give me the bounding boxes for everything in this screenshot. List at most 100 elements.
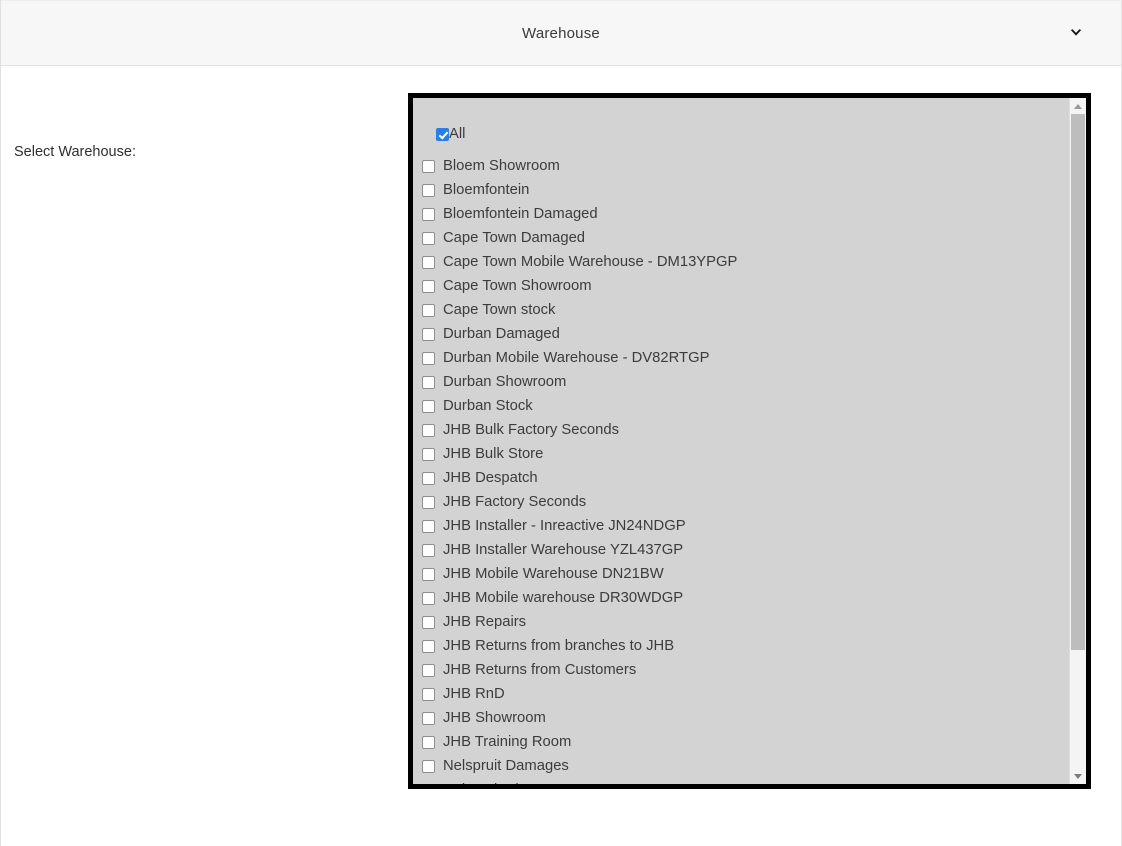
option-row[interactable]: JHB Mobile warehouse DR30WDGP <box>413 586 1069 610</box>
listbox-scrollbar[interactable] <box>1069 98 1086 784</box>
option-label: JHB Bulk Store <box>443 446 544 462</box>
option-label: JHB Bulk Factory Seconds <box>443 422 619 438</box>
option-label: Cape Town Damaged <box>443 230 586 246</box>
option-label: JHB Mobile warehouse DR30WDGP <box>443 590 684 606</box>
option-label: Durban Mobile Warehouse - DV82RTGP <box>443 350 710 366</box>
option-row[interactable]: Nelspruit Damages <box>413 754 1069 778</box>
option-label: Bloem Showroom <box>443 158 560 174</box>
option-checkbox[interactable] <box>422 447 435 461</box>
option-label: Cape Town stock <box>443 302 556 318</box>
scroll-up-arrow-icon[interactable] <box>1070 98 1086 114</box>
warehouse-panel: Warehouse Select Warehouse: All Bloem Sh… <box>0 0 1122 846</box>
chevron-down-icon[interactable] <box>1065 22 1087 44</box>
option-row[interactable]: JHB Returns from Customers <box>413 658 1069 682</box>
option-row[interactable]: Durban Damaged <box>413 322 1069 346</box>
option-checkbox[interactable] <box>422 375 435 389</box>
option-label: Cape Town Showroom <box>443 278 592 294</box>
option-checkbox[interactable] <box>422 207 435 221</box>
option-row[interactable]: JHB Repairs <box>413 610 1069 634</box>
option-checkbox[interactable] <box>422 519 435 533</box>
option-label: JHB Training Room <box>443 734 572 750</box>
option-checkbox[interactable] <box>422 711 435 725</box>
option-row[interactable]: JHB RnD <box>413 682 1069 706</box>
option-checkbox[interactable] <box>422 495 435 509</box>
option-label: Durban Damaged <box>443 326 560 342</box>
option-label: JHB Repairs <box>443 614 527 630</box>
option-label: Nelspruit Showroom <box>443 778 576 784</box>
listbox-options-container: All Bloem Showroom Bloemfontein Bloemfonte… <box>413 98 1069 784</box>
option-label: JHB Factory Seconds <box>443 494 587 510</box>
option-row[interactable]: JHB Bulk Factory Seconds <box>413 418 1069 442</box>
option-label: Durban Stock <box>443 398 533 414</box>
warehouse-multiselect-listbox[interactable]: All Bloem Showroom Bloemfontein Bloemfonte… <box>408 93 1091 789</box>
option-row[interactable]: Cape Town Damaged <box>413 226 1069 250</box>
option-checkbox[interactable] <box>422 639 435 653</box>
page-title: Warehouse <box>522 24 600 42</box>
scroll-down-arrow-icon[interactable] <box>1070 768 1086 784</box>
option-label: JHB Installer - Inreactive JN24NDGP <box>443 518 686 534</box>
option-checkbox[interactable] <box>422 327 435 341</box>
panel-header[interactable]: Warehouse <box>1 0 1121 66</box>
option-checkbox[interactable] <box>422 183 435 197</box>
option-row[interactable]: JHB Despatch <box>413 466 1069 490</box>
option-label: JHB RnD <box>443 686 505 702</box>
option-checkbox[interactable] <box>422 735 435 749</box>
scrollbar-thumb[interactable] <box>1071 114 1085 651</box>
option-checkbox[interactable] <box>422 423 435 437</box>
option-checkbox[interactable] <box>422 231 435 245</box>
option-label: Nelspruit Damages <box>443 758 569 774</box>
option-checkbox[interactable] <box>422 567 435 581</box>
option-checkbox[interactable] <box>422 279 435 293</box>
option-row[interactable]: JHB Bulk Store <box>413 442 1069 466</box>
option-row[interactable]: Bloem Showroom <box>413 154 1069 178</box>
option-row[interactable]: Cape Town Mobile Warehouse - DM13YPGP <box>413 250 1069 274</box>
option-row[interactable]: JHB Factory Seconds <box>413 490 1069 514</box>
scroll-up-arrow-glyph <box>1074 103 1082 109</box>
option-checkbox[interactable] <box>422 399 435 413</box>
checkbox-all[interactable] <box>436 127 449 141</box>
option-row[interactable]: Nelspruit Showroom <box>413 778 1069 784</box>
option-checkbox[interactable] <box>422 615 435 629</box>
option-checkbox[interactable] <box>422 591 435 605</box>
option-checkbox[interactable] <box>422 159 435 173</box>
option-row[interactable]: Cape Town Showroom <box>413 274 1069 298</box>
option-label: Bloemfontein Damaged <box>443 206 598 222</box>
option-checkbox[interactable] <box>422 663 435 677</box>
option-label: JHB Returns from branches to JHB <box>443 638 675 654</box>
select-warehouse-label: Select Warehouse: <box>14 144 136 160</box>
option-checkbox[interactable] <box>422 543 435 557</box>
scrollbar-track[interactable] <box>1070 114 1086 768</box>
option-checkbox[interactable] <box>422 351 435 365</box>
warehouse-options-list: Bloem Showroom Bloemfontein Bloemfontein D… <box>413 154 1069 784</box>
scroll-down-arrow-glyph <box>1074 773 1082 779</box>
option-row[interactable]: Bloemfontein <box>413 178 1069 202</box>
option-row[interactable]: Durban Stock <box>413 394 1069 418</box>
option-label: JHB Mobile Warehouse DN21BW <box>443 566 664 582</box>
option-row[interactable]: Durban Mobile Warehouse - DV82RTGP <box>413 346 1069 370</box>
option-label: JHB Showroom <box>443 710 546 726</box>
panel-body: Select Warehouse: All Bloem Showroom Bloe… <box>1 66 1121 846</box>
option-row[interactable]: JHB Training Room <box>413 730 1069 754</box>
option-row[interactable]: JHB Showroom <box>413 706 1069 730</box>
option-checkbox[interactable] <box>422 759 435 773</box>
option-label: JHB Installer Warehouse YZL437GP <box>443 542 684 558</box>
option-checkbox[interactable] <box>422 687 435 701</box>
option-row[interactable]: Cape Town stock <box>413 298 1069 322</box>
option-label-all: All <box>449 126 466 142</box>
option-row[interactable]: JHB Returns from branches to JHB <box>413 634 1069 658</box>
option-row[interactable]: JHB Installer - Inreactive JN24NDGP <box>413 514 1069 538</box>
option-label: Durban Showroom <box>443 374 567 390</box>
option-checkbox[interactable] <box>422 471 435 485</box>
option-row[interactable]: JHB Installer Warehouse YZL437GP <box>413 538 1069 562</box>
option-row[interactable]: Durban Showroom <box>413 370 1069 394</box>
option-label: Bloemfontein <box>443 182 530 198</box>
option-checkbox[interactable] <box>422 303 435 317</box>
option-checkbox[interactable] <box>422 255 435 269</box>
option-checkbox[interactable] <box>422 783 435 784</box>
option-row-all[interactable]: All <box>413 122 1069 146</box>
option-label: JHB Returns from Customers <box>443 662 637 678</box>
option-label: JHB Despatch <box>443 470 538 486</box>
option-label: Cape Town Mobile Warehouse - DM13YPGP <box>443 254 738 270</box>
option-row[interactable]: JHB Mobile Warehouse DN21BW <box>413 562 1069 586</box>
option-row[interactable]: Bloemfontein Damaged <box>413 202 1069 226</box>
